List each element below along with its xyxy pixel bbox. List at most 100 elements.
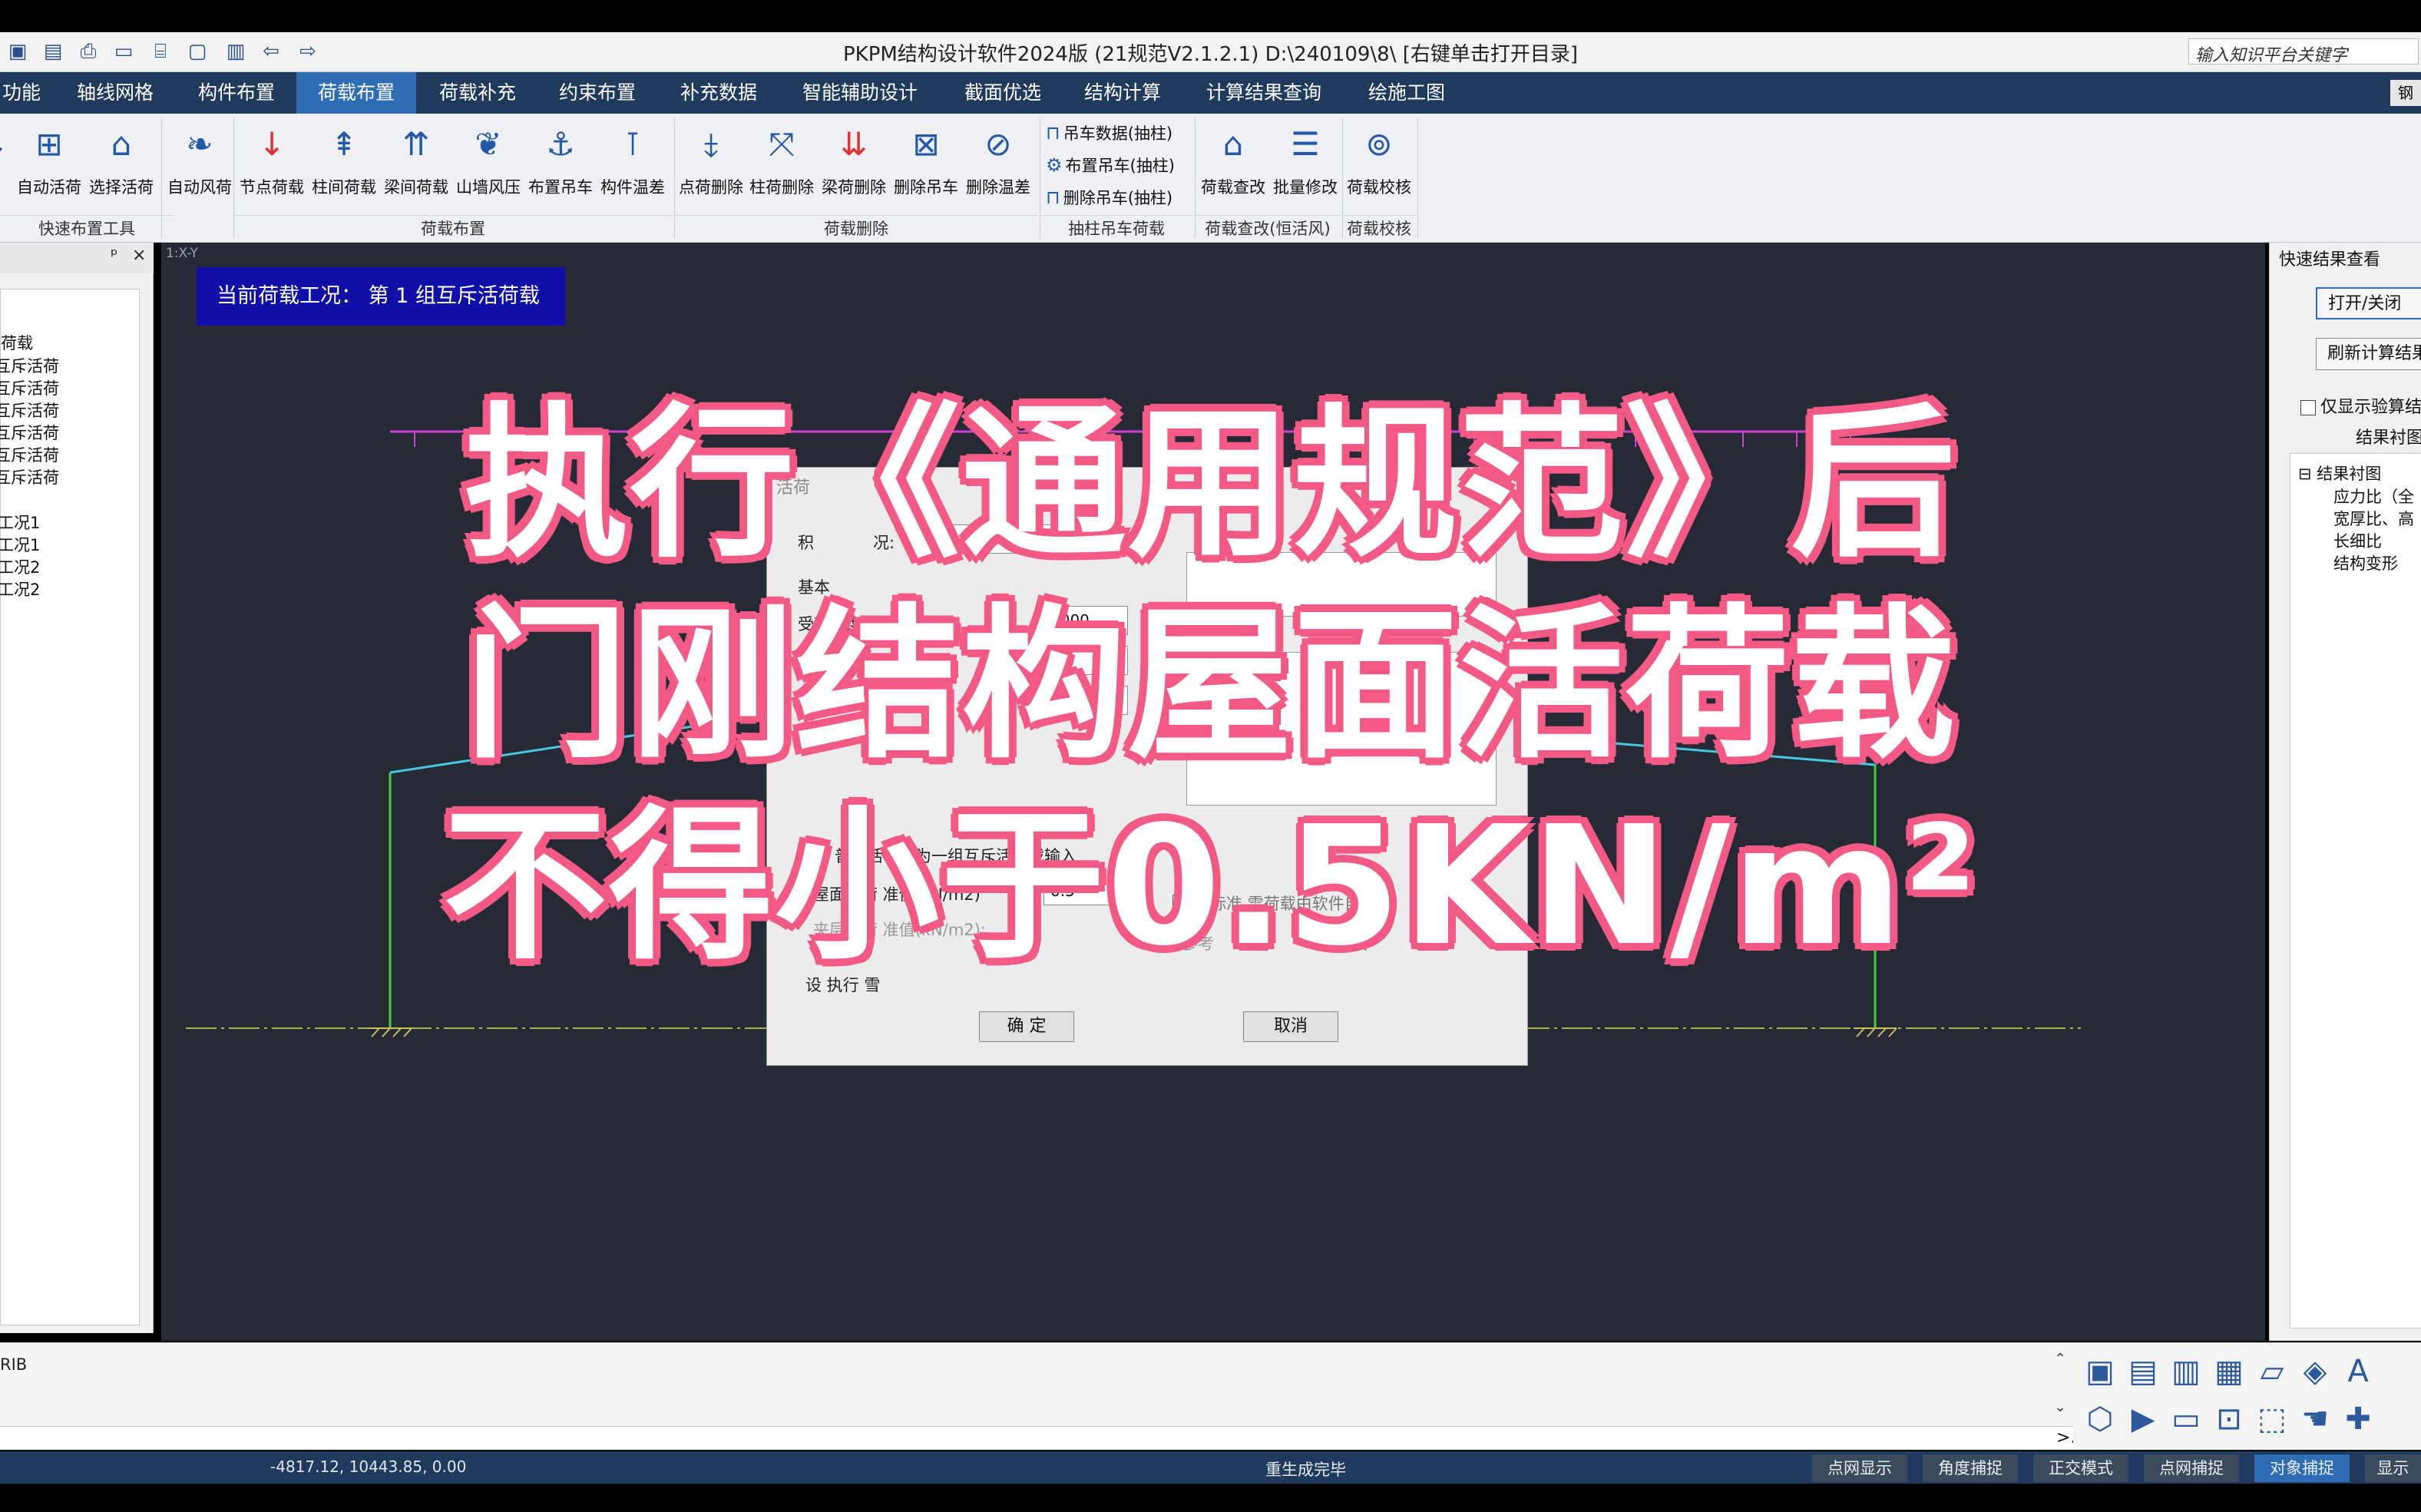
left-support xyxy=(369,1027,412,1037)
delete-crane-column-button[interactable]: ⊓ 删除吊车(抽柱) xyxy=(1046,183,1172,212)
auto-wind-load-button[interactable]: ❧ 自动风荷 xyxy=(164,118,235,203)
zoom-window-icon[interactable]: ⬚ xyxy=(2253,1398,2291,1440)
caption-line-2: 门刚结构屋面活荷载 xyxy=(464,590,1957,781)
video-caption-overlay: 执行《通用规范》后 门刚结构屋面活荷载 不得小于0.5KN/m² xyxy=(0,384,2421,988)
menu-item-constraint-layout[interactable]: 约束布置 xyxy=(544,72,651,114)
gable-wind-button[interactable]: ❦ 山墙风压 xyxy=(453,118,524,203)
delete-crane-column-icon: ⊓ xyxy=(1046,187,1060,208)
knowledge-search-input[interactable]: 输入知识平台关键字 xyxy=(2188,38,2419,65)
grid-display-toggle[interactable]: 点网显示 xyxy=(1812,1454,1907,1482)
delete-crane-button[interactable]: ⊠ 删除吊车 xyxy=(891,118,961,203)
refresh-results-button[interactable]: 刷新计算结果 xyxy=(2316,338,2421,370)
load-check-button[interactable]: ⊚ 荷载校核 xyxy=(1344,118,1414,203)
delete-temperature-button[interactable]: ⊘ 删除温差 xyxy=(963,118,1034,203)
menu-item-smart-design[interactable]: 智能辅助设计 xyxy=(791,72,929,114)
column-load-button[interactable]: ⇞ 柱间荷载 xyxy=(309,118,379,203)
close-icon[interactable]: × xyxy=(132,246,146,265)
ortho-mode-toggle[interactable]: 正交模式 xyxy=(2033,1454,2128,1482)
select-live-load-icon: ⌂ xyxy=(111,125,132,163)
cursor-coordinates: -4817.12, 10443.85, 0.00 xyxy=(270,1457,467,1476)
menu-item-function[interactable]: 功能 xyxy=(0,72,43,114)
delete-crane-icon: ⊠ xyxy=(912,125,940,163)
current-load-case-label: 当前荷载工况： 第 1 组互斥活荷载 xyxy=(197,267,565,326)
play-icon[interactable]: ▶ xyxy=(2124,1398,2162,1440)
command-history: RIB xyxy=(0,1355,28,1374)
menu-item-load-supplement[interactable]: 荷载补充 xyxy=(424,72,531,114)
save-all-icon[interactable]: ▤ xyxy=(2124,1351,2162,1392)
temperature-icon: ⊺ xyxy=(624,125,641,163)
menu-right-tab[interactable]: 钢 xyxy=(2390,80,2421,106)
gable-wind-icon: ❦ xyxy=(475,125,502,163)
crane-icon: ⚓ xyxy=(546,125,575,163)
caption-line-3: 不得小于0.5KN/m² xyxy=(443,791,1978,982)
ribbon-toolbar: ⇊荷 ⊞自动活荷 ⌂选择活荷 ❧自动风荷 快速布置工具 ↓节点荷载 ⇞柱间荷载 … xyxy=(0,114,2421,243)
display-toggle[interactable]: 显示 xyxy=(2365,1454,2421,1482)
save-view-icon[interactable]: ▣ xyxy=(2081,1351,2119,1392)
caption-line-1: 执行《通用规范》后 xyxy=(464,389,1957,580)
crane-data-column-button[interactable]: ⊓ 吊车数据(抽柱) xyxy=(1046,118,1172,147)
delete-beam-load-button[interactable]: ⇊ 梁荷删除 xyxy=(819,118,889,203)
delete-column-load-icon: ⤧ xyxy=(769,125,795,163)
load-check-icon: ⊚ xyxy=(1365,125,1393,163)
delete-temperature-icon: ⊘ xyxy=(984,125,1012,163)
delete-column-load-button[interactable]: ⤧ 柱荷删除 xyxy=(746,118,817,203)
member-temperature-button[interactable]: ⊺ 构件温差 xyxy=(597,118,668,203)
beam-load-button[interactable]: ⇈ 梁间荷载 xyxy=(381,118,451,203)
auto-live-load-button[interactable]: ⊞ 自动活荷 xyxy=(14,118,84,203)
load-icon: ⇊ xyxy=(0,123,12,166)
menu-item-axis-grid[interactable]: 轴线网格 xyxy=(61,72,169,114)
menu-item-member-layout[interactable]: 构件布置 xyxy=(183,72,290,114)
command-input[interactable]: >. xyxy=(0,1426,2075,1449)
menu-item-result-query[interactable]: 计算结果查询 xyxy=(1195,72,1333,114)
pan-hand-icon[interactable]: ☚ xyxy=(2296,1398,2334,1440)
load-edit-button[interactable]: ⌂ 荷载查改 xyxy=(1198,118,1268,203)
quick-result-title: 快速结果查看 xyxy=(2279,250,2381,270)
dwg-icon[interactable]: ◈ xyxy=(2296,1351,2334,1392)
3d-view-icon[interactable]: ⬡ xyxy=(2081,1398,2119,1440)
right-support xyxy=(1854,1027,1897,1037)
menu-item-drawings[interactable]: 绘施工图 xyxy=(1353,72,1460,114)
measure-icon[interactable]: ▭ xyxy=(2167,1398,2205,1440)
status-message: 重生成完毕 xyxy=(1265,1461,1346,1479)
pin-icon[interactable]: ᵖ xyxy=(111,246,117,265)
view-tab[interactable]: 1:X-Y xyxy=(166,246,198,261)
node-load-button[interactable]: ↓ 节点荷载 xyxy=(236,118,307,203)
load-edit-icon: ⌂ xyxy=(1222,125,1244,163)
node-load-icon: ↓ xyxy=(258,125,286,163)
group-label-quick-tools: 快速布置工具 xyxy=(0,215,174,241)
menu-item-structure-calc[interactable]: 结构计算 xyxy=(1069,72,1176,114)
ok-button[interactable]: 确 定 xyxy=(979,1011,1074,1042)
title-bar: ▣ ▤ ⎙ ▭ ⌸ ▢ ▥ ⇦ ⇨ PKPM结构设计软件2024版 (21规范V… xyxy=(0,32,2421,72)
text-icon[interactable]: A xyxy=(2339,1351,2377,1392)
group-label-load-edit: 荷载查改(恒活风) xyxy=(1195,215,1341,241)
grid-snap-toggle[interactable]: 点网捕捉 xyxy=(2144,1454,2239,1482)
command-scrollbar[interactable]: ⌃ ⌄ xyxy=(2052,1351,2069,1428)
layer-icon[interactable]: ▦ xyxy=(2210,1351,2248,1392)
menu-item-supplement-data[interactable]: 补充数据 xyxy=(665,72,772,114)
group-label-load-delete: 荷载删除 xyxy=(674,215,1038,241)
select-live-load-button[interactable]: ⌂ 选择活荷 xyxy=(86,118,157,203)
object-snap-toggle[interactable]: 对象捕捉 xyxy=(2254,1454,2350,1482)
delete-point-load-button[interactable]: ⤈ 点荷删除 xyxy=(676,118,746,203)
batch-edit-button[interactable]: ☰ 批量修改 xyxy=(1270,118,1341,203)
menu-item-load-layout[interactable]: 荷载布置 xyxy=(296,72,416,114)
ribbon-separator xyxy=(1417,118,1418,238)
cancel-button[interactable]: 取消 xyxy=(1243,1011,1338,1042)
angle-snap-toggle[interactable]: 角度捕捉 xyxy=(1923,1454,2018,1482)
panel-header: ᵖ × xyxy=(0,243,154,273)
view-tool-icons: ▣ ▤ ▥ ▦ ▱ ◈ A ⬡ ▶ ▭ ⊡ ⬚ ☚ ✚ xyxy=(2073,1342,2421,1450)
tree-item[interactable]: 互斥活荷 xyxy=(0,354,59,377)
zoom-extent-icon[interactable]: ⊡ xyxy=(2210,1398,2248,1440)
menu-item-section-optimize[interactable]: 截面优选 xyxy=(949,72,1057,114)
save-copy-icon[interactable]: ▥ xyxy=(2167,1351,2205,1392)
place-crane-column-icon: ⚙ xyxy=(1046,154,1063,176)
place-crane-column-button[interactable]: ⚙ 布置吊车(抽柱) xyxy=(1046,151,1175,180)
place-crane-button[interactable]: ⚓ 布置吊车 xyxy=(525,118,596,203)
snap-icon[interactable]: ✚ xyxy=(2339,1398,2377,1440)
folder-icon[interactable]: ▱ xyxy=(2253,1351,2291,1392)
crane-data-icon: ⊓ xyxy=(1046,122,1060,144)
command-area: RIB ⌃ ⌄ >. xyxy=(0,1342,2075,1450)
tree-item[interactable]: 荷载 xyxy=(1,331,33,354)
delete-point-load-icon: ⤈ xyxy=(703,125,719,163)
open-close-button[interactable]: 打开/关闭 xyxy=(2316,287,2421,319)
